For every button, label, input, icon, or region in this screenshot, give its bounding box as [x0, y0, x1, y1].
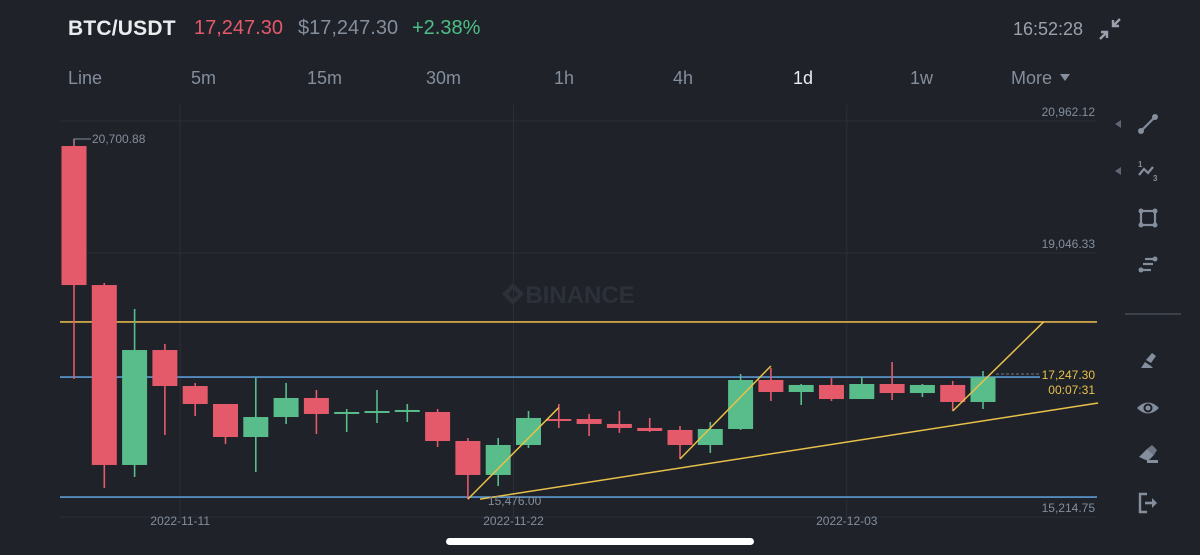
candle — [879, 362, 905, 400]
trend-line-flyout-caret[interactable] — [1115, 120, 1121, 128]
candle-body — [546, 419, 572, 422]
candle-body — [61, 146, 87, 286]
countdown-label: 00:07:31 — [1048, 383, 1095, 397]
candle — [243, 378, 269, 473]
candle — [667, 425, 693, 459]
toolbar-divider — [1125, 313, 1181, 315]
exit-icon — [1138, 492, 1157, 514]
candle-body — [516, 417, 541, 445]
candle — [152, 344, 178, 435]
trend-line — [952, 321, 1045, 412]
draw-mode-tool[interactable] — [1135, 348, 1161, 374]
y-tick-label: 20,962.12 — [1042, 105, 1096, 119]
eraser-tool[interactable] — [1135, 442, 1161, 468]
candle-body — [91, 285, 117, 465]
candle — [394, 403, 420, 422]
candle-body — [667, 429, 693, 445]
candle — [758, 368, 784, 402]
position-icon — [1138, 256, 1158, 273]
last-price-label: 17,247.30 — [1042, 368, 1096, 382]
candle-body — [758, 380, 784, 392]
candle — [819, 378, 844, 402]
drawing-toolbar: 13 — [1105, 100, 1200, 530]
eraser-icon — [1139, 445, 1158, 463]
fibonacci-icon: 13 — [1138, 160, 1158, 183]
candle — [728, 374, 754, 430]
candle-body — [425, 411, 451, 441]
candle-body — [122, 350, 148, 465]
candle — [576, 413, 602, 436]
high-price-label: 20,700.88 — [92, 132, 146, 146]
candle — [91, 283, 117, 488]
grid — [60, 105, 1097, 520]
candle — [637, 417, 663, 432]
exit-draw-tool[interactable] — [1135, 490, 1161, 516]
candlestick-chart[interactable]: BINANCE 20,962.12 19,046.33 15,214.75 2022… — [0, 0, 1200, 540]
svg-text:1: 1 — [1138, 160, 1143, 169]
candle-body — [455, 440, 481, 475]
candle-body — [364, 411, 390, 414]
rectangle-icon — [1138, 208, 1158, 228]
x-tick-label: 2022-11-11 — [150, 514, 210, 528]
rectangle-tool[interactable] — [1135, 205, 1161, 231]
candle-body — [273, 397, 299, 418]
visibility-tool[interactable] — [1135, 395, 1161, 421]
candle — [849, 376, 875, 400]
trend-line-tool[interactable] — [1135, 111, 1161, 137]
watermark: BINANCE — [525, 282, 634, 309]
candle — [364, 389, 390, 424]
candle-body — [182, 385, 208, 404]
line-segment-icon — [1138, 114, 1158, 134]
candle-body — [940, 384, 966, 402]
candle — [303, 389, 329, 434]
low-price-label: 15,476.00 — [488, 494, 542, 508]
candle — [425, 409, 451, 447]
candle — [213, 403, 238, 444]
candles — [61, 139, 996, 500]
x-tick-label: 2022-11-22 — [483, 514, 544, 528]
candle — [788, 383, 814, 406]
position-tool[interactable] — [1135, 252, 1161, 278]
candle — [485, 438, 511, 486]
candle — [273, 382, 299, 424]
candle-body — [394, 409, 420, 412]
trend-line — [479, 402, 1099, 500]
candle — [122, 309, 148, 477]
candle — [940, 380, 966, 412]
home-indicator — [446, 538, 754, 545]
fib-tool[interactable]: 13 — [1135, 158, 1161, 184]
svg-text:3: 3 — [1153, 174, 1158, 183]
candle-body — [849, 383, 875, 400]
candle-body — [909, 384, 935, 394]
x-tick-label: 2022-12-03 — [816, 514, 878, 528]
candle-body — [152, 350, 178, 386]
candle-body — [788, 384, 814, 392]
candle-body — [819, 384, 844, 400]
candle-body — [213, 403, 238, 437]
candle — [606, 411, 632, 433]
pencil-icon — [1141, 353, 1156, 368]
y-tick-label: 19,046.33 — [1042, 237, 1096, 251]
candle — [334, 409, 360, 433]
candle-body — [606, 423, 632, 428]
high-marker — [73, 138, 91, 146]
fib-flyout-caret[interactable] — [1115, 167, 1121, 175]
candle-body — [243, 417, 269, 437]
candle-body — [637, 427, 663, 432]
trend-lines — [467, 321, 1099, 500]
candle-body — [334, 411, 360, 414]
eye-icon — [1137, 402, 1159, 414]
candle-body — [576, 419, 602, 424]
y-axis: 20,962.12 19,046.33 15,214.75 — [1042, 105, 1096, 515]
annotations: 20,700.88 15,476.00 17,247.3000:07:31 — [73, 132, 1097, 508]
candle-body — [303, 397, 329, 414]
trend-line — [679, 365, 772, 460]
x-axis: 2022-11-11 2022-11-22 2022-12-03 — [150, 514, 877, 528]
y-tick-label: 15,214.75 — [1042, 501, 1096, 515]
candle — [909, 383, 935, 398]
candle-body — [879, 383, 905, 394]
candle — [61, 139, 87, 380]
candle — [182, 382, 208, 416]
